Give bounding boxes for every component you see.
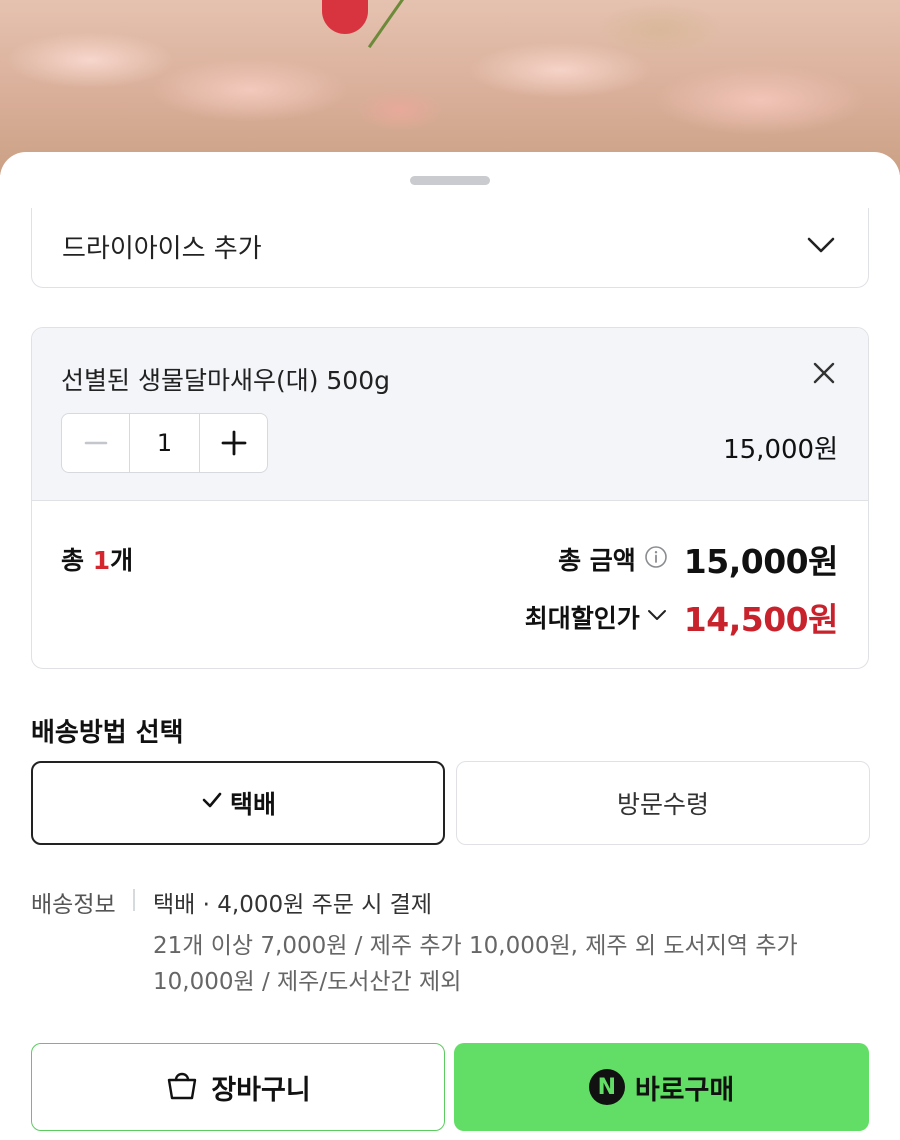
info-icon[interactable]	[644, 545, 668, 573]
add-to-cart-label: 장바구니	[211, 1074, 311, 1106]
selected-item-header: 선별된 생물달마새우(대) 500g 1 15,000원	[32, 328, 868, 501]
max-discount-row: 최대할인가 14,500원	[525, 593, 839, 641]
item-price: 15,000원	[723, 435, 838, 465]
garnish-decoration	[322, 0, 368, 34]
total-count: 총 1개	[61, 541, 133, 577]
selected-item-name: 선별된 생물달마새우(대) 500g	[61, 366, 390, 395]
selected-item-card: 선별된 생물달마새우(대) 500g 1 15,000원 총 1개 총 금액 1	[31, 327, 869, 669]
max-discount-toggle[interactable]: 최대할인가	[525, 599, 640, 635]
herb-decoration	[367, 0, 513, 116]
shopping-bag-icon	[165, 1068, 199, 1106]
option-dropdown-label: 드라이아이스 추가	[62, 234, 262, 264]
shipping-option-delivery-label: 택배	[229, 790, 276, 819]
increase-quantity-button[interactable]	[200, 414, 267, 472]
shipping-option-delivery[interactable]: 택배	[31, 761, 445, 845]
minus-icon	[84, 441, 107, 445]
quantity-value[interactable]: 1	[129, 414, 200, 472]
sheet-drag-handle[interactable]	[410, 176, 490, 185]
plus-icon	[221, 430, 246, 456]
total-amount-value: 15,000원	[683, 542, 839, 581]
add-to-cart-button[interactable]: 장바구니	[31, 1043, 445, 1131]
check-icon	[200, 788, 224, 818]
chevron-down-icon	[806, 230, 836, 264]
max-discount-price: 14,500원	[683, 600, 839, 639]
divider	[133, 889, 135, 911]
total-count-number: 1	[92, 546, 111, 575]
total-count-suffix: 개	[110, 546, 134, 575]
buy-now-label: 바로구매	[634, 1074, 735, 1106]
remove-item-button[interactable]	[810, 359, 838, 387]
quantity-stepper: 1	[61, 413, 268, 473]
option-dropdown[interactable]: 드라이아이스 추가	[31, 208, 869, 288]
purchase-bottom-sheet: 드라이아이스 추가 선별된 생물달마새우(대) 500g 1 15,000원 총…	[0, 152, 900, 1140]
shipping-info-label: 배송정보	[31, 892, 116, 918]
product-photo	[0, 0, 900, 175]
shipping-info-detail: 21개 이상 7,000원 / 제주 추가 10,000원, 제주 외 도서지역…	[153, 933, 798, 995]
buy-now-button[interactable]: N 바로구매	[454, 1043, 869, 1131]
chevron-down-icon[interactable]	[646, 604, 668, 630]
shipping-option-pickup[interactable]: 방문수령	[456, 761, 870, 845]
total-count-prefix: 총	[61, 546, 93, 575]
total-amount-label: 총 금액	[558, 546, 636, 575]
total-amount-row: 총 금액 15,000원	[558, 535, 838, 583]
shipping-method-title: 배송방법 선택	[31, 718, 184, 748]
close-icon	[813, 362, 835, 384]
naver-n-logo: N	[588, 1069, 625, 1105]
decrease-quantity-button[interactable]	[62, 414, 129, 472]
shipping-option-pickup-label: 방문수령	[616, 790, 709, 819]
shipping-info-main: 택배 · 4,000원 주문 시 결제	[153, 892, 432, 918]
